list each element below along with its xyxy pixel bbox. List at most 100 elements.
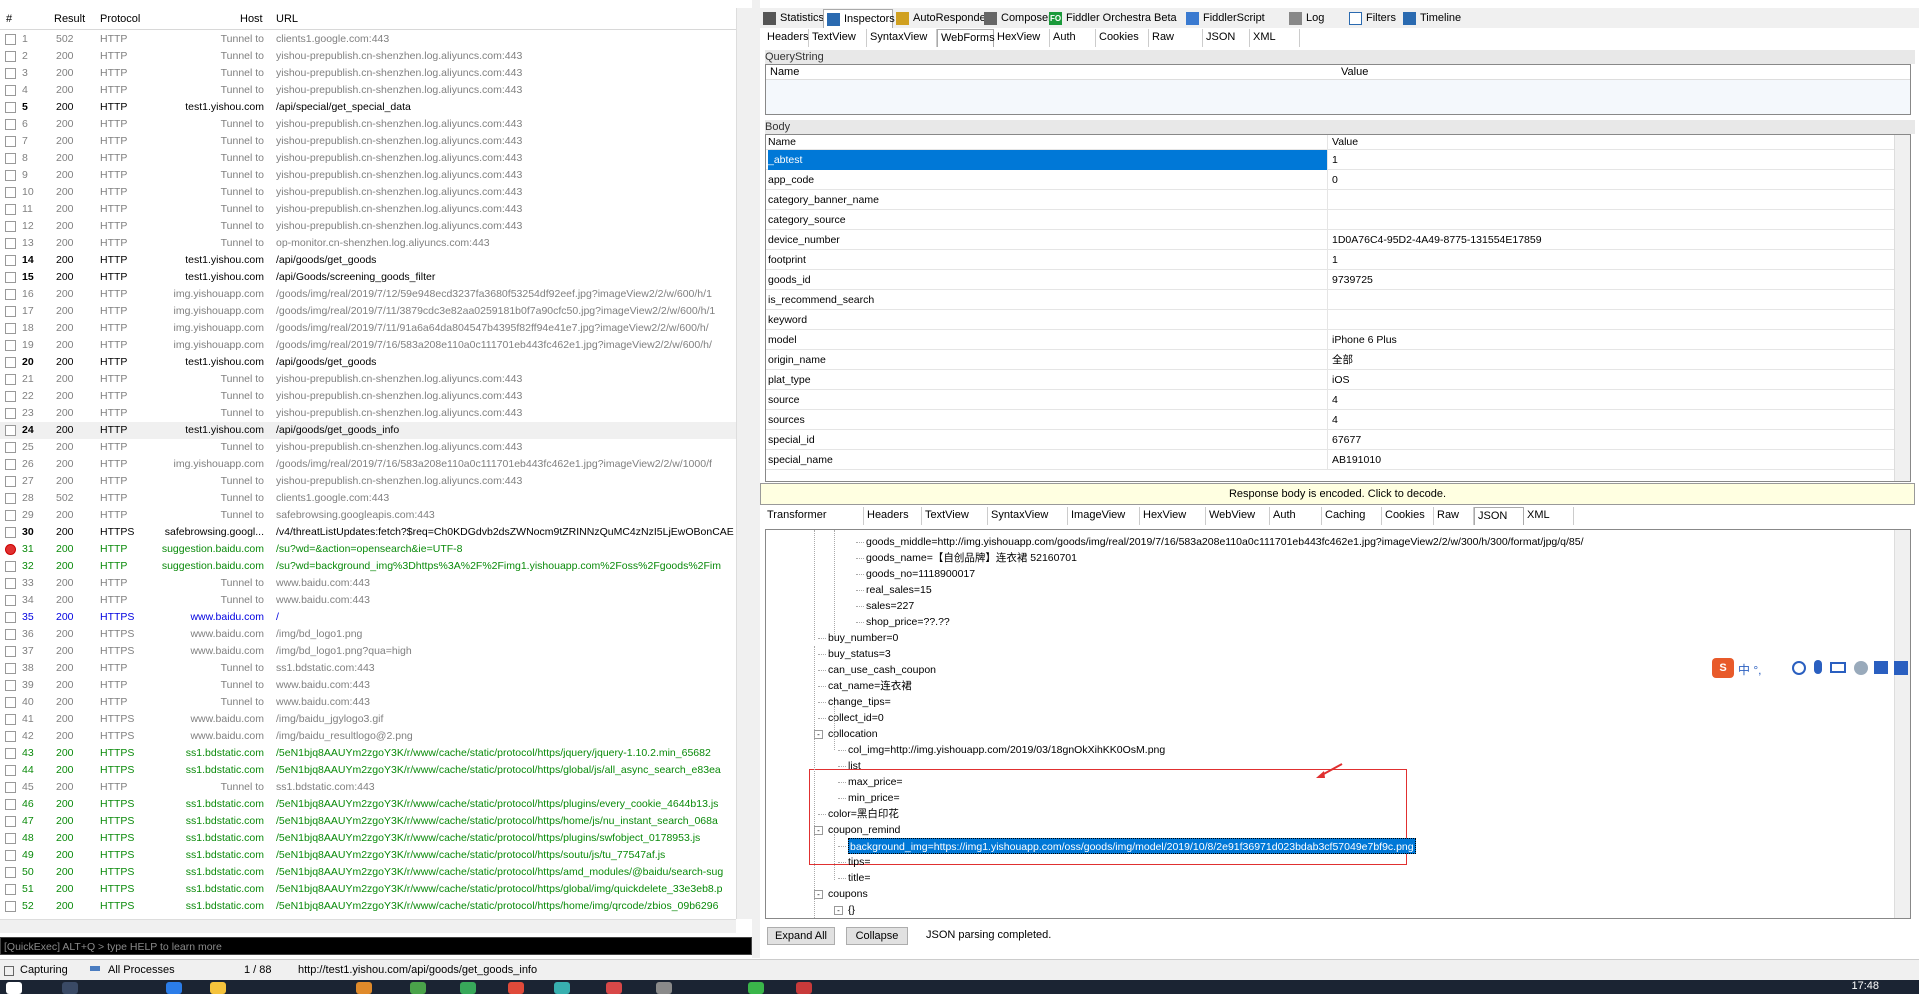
response-tab-json[interactable]: JSON xyxy=(1474,507,1524,525)
session-row[interactable]: 50 200 HTTPS ss1.bdstatic.com/5eN1bjq8AAUYm… xyxy=(0,864,736,881)
sogou-icon[interactable]: S xyxy=(1712,658,1734,678)
session-row[interactable]: 47 200 HTTPS ss1.bdstatic.com/5eN1bjq8AAUYm… xyxy=(0,813,736,830)
response-tab-hexview[interactable]: HexView xyxy=(1140,507,1206,525)
session-row[interactable]: 40 200 HTTP Tunnel to www.baidu.com:443 xyxy=(0,694,736,711)
tree-node[interactable]: min_price= xyxy=(848,790,900,806)
request-tab-auth[interactable]: Auth xyxy=(1050,29,1096,47)
tree-node[interactable]: change_tips= xyxy=(828,694,891,710)
tab-fiddler-orchestra-beta[interactable]: FO Fiddler Orchestra Beta xyxy=(1046,9,1183,28)
session-row[interactable]: 19 200 HTTP img.yishouapp.com/goods/img/rea… xyxy=(0,337,736,354)
app-icon[interactable] xyxy=(410,982,426,994)
body-row[interactable]: device_number 1D0A76C4-95D2-4A49-8775-131… xyxy=(766,230,1910,250)
tree-node[interactable]: sales=227 xyxy=(866,598,914,614)
response-tab-transformer[interactable]: Transformer xyxy=(764,507,864,525)
tab-inspectors[interactable]: Inspectors xyxy=(823,9,895,28)
session-row[interactable]: 34 200 HTTP Tunnel to www.baidu.com:443 xyxy=(0,592,736,609)
session-row[interactable]: 32 200 HTTP suggestion.baidu.com/su?wd=back… xyxy=(0,558,736,575)
col-number[interactable]: # xyxy=(6,13,12,25)
tree-node[interactable]: collect_id=0 xyxy=(828,710,884,726)
tree-node[interactable]: buy_status=3 xyxy=(828,646,891,662)
tree-expander-icon[interactable]: - xyxy=(814,826,823,835)
expand-all-button[interactable]: Expand All xyxy=(767,927,835,945)
tree-node[interactable]: coupon_remind xyxy=(828,822,900,838)
session-row[interactable]: 27 200 HTTP Tunnel to yishou-prepublish.cn-s… xyxy=(0,473,736,490)
session-row[interactable]: 38 200 HTTP Tunnel to ss1.bdstatic.com:443 xyxy=(0,660,736,677)
session-row[interactable]: 26 200 HTTP img.yishouapp.com/goods/img/rea… xyxy=(0,456,736,473)
tree-node[interactable]: goods_name=【自创品牌】连衣裙 52160701 xyxy=(866,550,1077,566)
response-tab-headers[interactable]: Headers xyxy=(864,507,922,525)
tree-node[interactable]: max_price= xyxy=(848,774,903,790)
wechat-icon[interactable] xyxy=(748,982,764,994)
response-tab-xml[interactable]: XML xyxy=(1524,507,1574,525)
body-row[interactable]: plat_type iOS xyxy=(766,370,1910,390)
app7-icon[interactable] xyxy=(796,982,812,994)
response-tab-textview[interactable]: TextView xyxy=(922,507,988,525)
session-row[interactable]: 51 200 HTTPS ss1.bdstatic.com/5eN1bjq8AAUYm… xyxy=(0,881,736,898)
session-row[interactable]: 52 200 HTTPS ss1.bdstatic.com/5eN1bjq8AAUYm… xyxy=(0,898,736,915)
request-tab-webforms[interactable]: WebForms xyxy=(937,29,995,47)
app2-icon[interactable] xyxy=(460,982,476,994)
ime-mode[interactable]: 中 °, xyxy=(1738,661,1761,678)
tree-expander-icon[interactable]: - xyxy=(814,730,823,739)
capture-icon[interactable] xyxy=(4,966,14,976)
col-host[interactable]: Host xyxy=(240,13,263,25)
session-row[interactable]: 1 502 HTTP Tunnel to clients1.google.com:443 xyxy=(0,31,736,48)
session-row[interactable]: 42 200 HTTPS www.baidu.com/img/baidu_result… xyxy=(0,728,736,745)
request-tab-hexview[interactable]: HexView xyxy=(994,29,1050,47)
session-row[interactable]: 49 200 HTTPS ss1.bdstatic.com/5eN1bjq8AAUYm… xyxy=(0,847,736,864)
response-tab-imageview[interactable]: ImageView xyxy=(1068,507,1140,525)
session-row[interactable]: 24 200 HTTP test1.yishou.com/api/goods/get_… xyxy=(0,422,736,439)
response-tab-auth[interactable]: Auth xyxy=(1270,507,1322,525)
session-row[interactable]: 11 200 HTTP Tunnel to yishou-prepublish.cn-s… xyxy=(0,201,736,218)
fiddler-taskbar-icon[interactable] xyxy=(356,982,372,994)
session-row[interactable]: 39 200 HTTP Tunnel to www.baidu.com:443 xyxy=(0,677,736,694)
request-tab-json[interactable]: JSON xyxy=(1203,29,1250,47)
body-row[interactable]: is_recommend_search xyxy=(766,290,1910,310)
body-row[interactable]: source 4 xyxy=(766,390,1910,410)
process-filter[interactable]: All Processes xyxy=(108,960,175,981)
request-tab-headers[interactable]: Headers xyxy=(764,29,809,47)
body-row[interactable]: keyword xyxy=(766,310,1910,330)
session-row[interactable]: 3 200 HTTP Tunnel to yishou-prepublish.cn-sh… xyxy=(0,65,736,82)
tree-node[interactable]: shop_price=??.?? xyxy=(866,614,950,630)
session-row[interactable]: 36 200 HTTPS www.baidu.com/img/bd_logo1.png xyxy=(0,626,736,643)
body-row[interactable]: footprint 1 xyxy=(766,250,1910,270)
tab-fiddlerscript[interactable]: FiddlerScript xyxy=(1183,9,1286,28)
session-row[interactable]: 2 200 HTTP Tunnel to yishou-prepublish.cn-sh… xyxy=(0,48,736,65)
session-row[interactable]: 29 200 HTTP Tunnel to safebrowsing.googleapi… xyxy=(0,507,736,524)
app3-icon[interactable] xyxy=(508,982,524,994)
session-row[interactable]: 43 200 HTTPS ss1.bdstatic.com/5eN1bjq8AAUYm… xyxy=(0,745,736,762)
tree-node[interactable]: goods_middle=http://img.yishouapp.com/go… xyxy=(866,534,1584,550)
tree-node[interactable]: can_use_cash_coupon xyxy=(828,662,936,678)
session-row[interactable]: 18 200 HTTP img.yishouapp.com/goods/img/rea… xyxy=(0,320,736,337)
collapse-button[interactable]: Collapse xyxy=(846,927,908,945)
sessions-vscrollbar[interactable] xyxy=(736,8,752,919)
response-tab-webview[interactable]: WebView xyxy=(1206,507,1270,525)
tab-log[interactable]: Log xyxy=(1286,9,1346,28)
tree-node[interactable]: cat_name=连衣裙 xyxy=(828,678,912,694)
start-icon[interactable] xyxy=(6,982,22,994)
request-tab-textview[interactable]: TextView xyxy=(809,29,867,47)
session-row[interactable]: 35 200 HTTPS www.baidu.com / xyxy=(0,609,736,626)
search-icon[interactable] xyxy=(62,982,78,994)
body-row[interactable]: sources 4 xyxy=(766,410,1910,430)
session-row[interactable]: 44 200 HTTPS ss1.bdstatic.com/5eN1bjq8AAUYm… xyxy=(0,762,736,779)
session-row[interactable]: 30 200 HTTPS safebrowsing.googl.../v4/threa… xyxy=(0,524,736,541)
session-row[interactable]: 41 200 HTTPS www.baidu.com/img/baidu_jgylog… xyxy=(0,711,736,728)
session-row[interactable]: 10 200 HTTP Tunnel to yishou-prepublish.cn-s… xyxy=(0,184,736,201)
app6-icon[interactable] xyxy=(656,982,672,994)
decode-notice[interactable]: Response body is encoded. Click to decod… xyxy=(760,483,1915,505)
body-row[interactable]: category_source xyxy=(766,210,1910,230)
tree-expander-icon[interactable]: - xyxy=(814,890,823,899)
body-row[interactable]: origin_name 全部 xyxy=(766,350,1910,370)
response-tab-syntaxview[interactable]: SyntaxView xyxy=(988,507,1068,525)
edge-icon[interactable] xyxy=(166,982,182,994)
session-row[interactable]: 31 200 HTTP suggestion.baidu.com/su?wd=&act… xyxy=(0,541,736,558)
session-row[interactable]: 12 200 HTTP Tunnel to yishou-prepublish.cn-s… xyxy=(0,218,736,235)
tab-filters[interactable]: Filters xyxy=(1346,9,1400,28)
app4-icon[interactable] xyxy=(554,982,570,994)
tab-timeline[interactable]: Timeline xyxy=(1400,9,1470,28)
session-row[interactable]: 45 200 HTTP Tunnel to ss1.bdstatic.com:443 xyxy=(0,779,736,796)
response-tab-cookies[interactable]: Cookies xyxy=(1382,507,1434,525)
session-row[interactable]: 22 200 HTTP Tunnel to yishou-prepublish.cn-s… xyxy=(0,388,736,405)
